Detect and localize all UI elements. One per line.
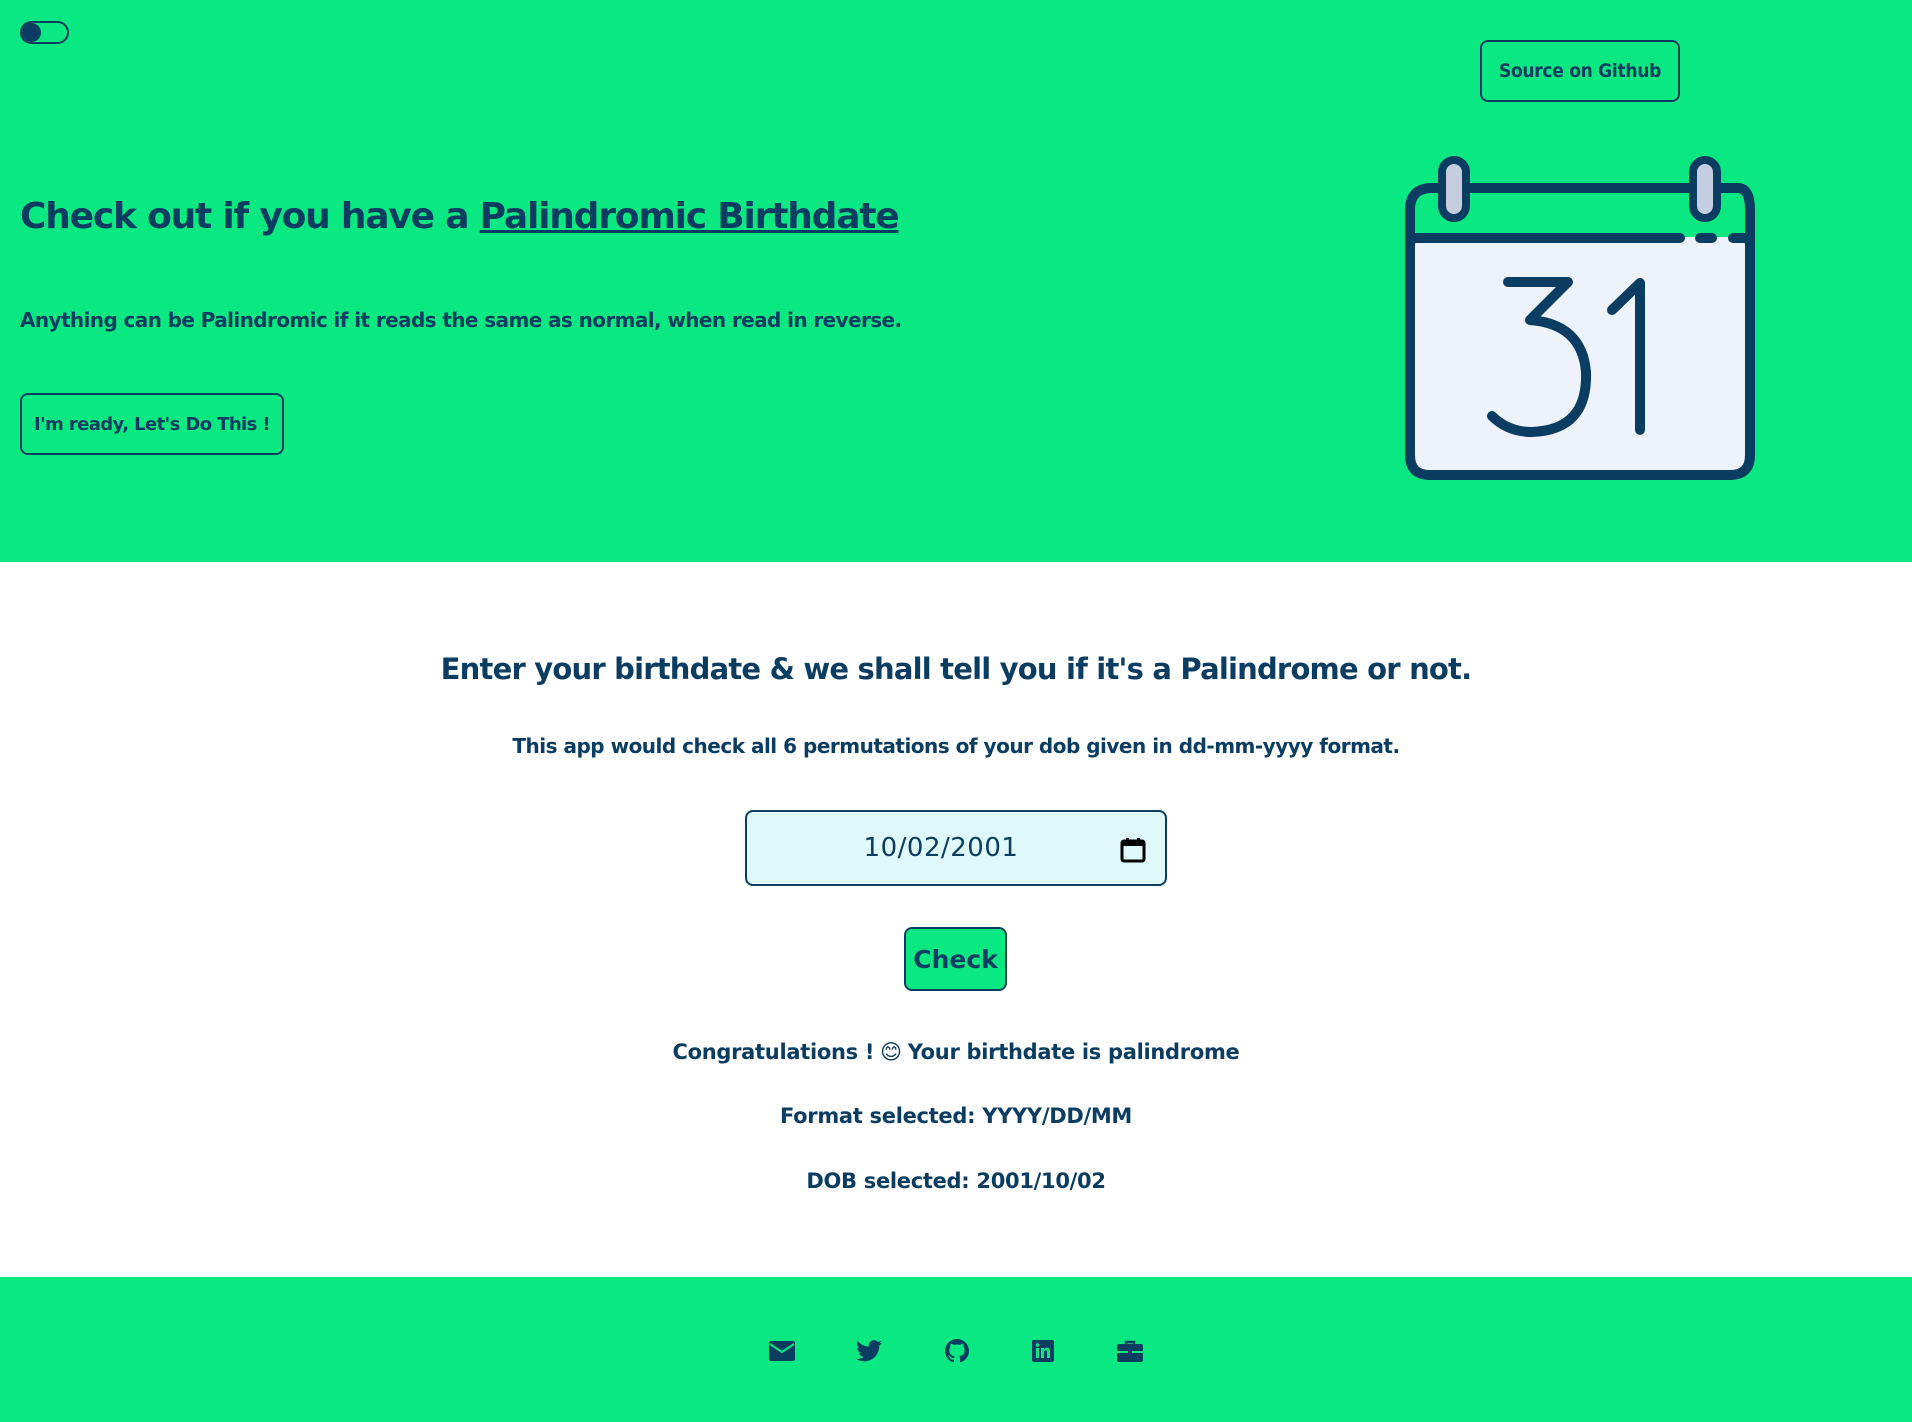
hero-section: Source on Github Check out if you have a…: [0, 0, 1912, 562]
calendar-picker-icon[interactable]: [1119, 836, 1147, 864]
hero-subtitle: Anything can be Palindromic if it reads …: [20, 308, 902, 332]
format-selected: Format selected: YYYY/DD/MM: [779, 1104, 1133, 1128]
result-message: Congratulations ! 😊 Your birthdate is pa…: [672, 1040, 1240, 1064]
birthdate-value: 10/02/2001: [863, 833, 1019, 863]
checker-section: Enter your birthdate & we shall tell you…: [0, 562, 1912, 1277]
page-title: Check out if you have a Palindromic Birt…: [20, 196, 900, 237]
envelope-icon[interactable]: [768, 1337, 796, 1365]
theme-toggle[interactable]: [20, 21, 69, 44]
check-button[interactable]: Check: [904, 927, 1007, 991]
calendar-icon: [1405, 156, 1755, 480]
smile-emoji-icon: 😊: [880, 1040, 902, 1064]
palindromic-birthdate-link[interactable]: Palindromic Birthdate: [480, 196, 900, 237]
source-on-github-button[interactable]: Source on Github: [1480, 40, 1680, 102]
linkedin-icon[interactable]: [1029, 1337, 1057, 1365]
ready-button[interactable]: I'm ready, Let's Do This !: [20, 393, 284, 455]
github-icon[interactable]: [943, 1337, 971, 1365]
checker-description: This app would check all 6 permutations …: [512, 734, 1400, 758]
checker-title: Enter your birthdate & we shall tell you…: [440, 652, 1472, 686]
twitter-icon[interactable]: [855, 1337, 883, 1365]
birthdate-input[interactable]: 10/02/2001: [745, 810, 1167, 886]
dob-selected: DOB selected: 2001/10/02: [806, 1169, 1106, 1193]
footer: [0, 1277, 1912, 1422]
briefcase-icon[interactable]: [1116, 1337, 1144, 1365]
